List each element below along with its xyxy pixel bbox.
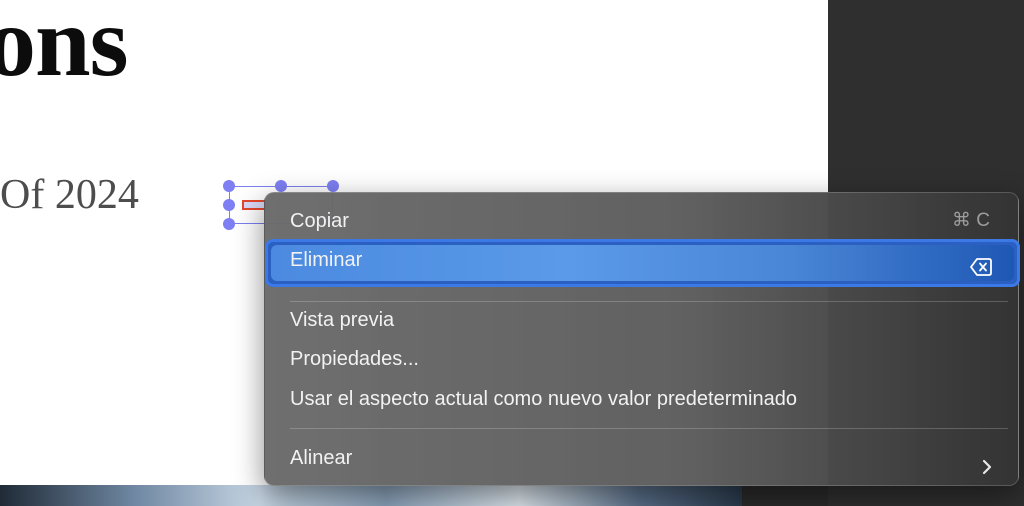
chevron-right-icon (982, 450, 992, 475)
menu-separator (290, 428, 1008, 429)
resize-handle-left[interactable] (223, 199, 235, 211)
resize-handle-bottom-left[interactable] (223, 218, 235, 230)
menu-item-label: Copiar (290, 210, 349, 232)
menu-item-label: Usar el aspecto actual como nuevo valor … (290, 388, 797, 410)
delete-backward-icon (970, 251, 992, 276)
page-subheading: Of 2024 (0, 172, 139, 218)
resize-handle-top-right[interactable] (327, 180, 339, 192)
resize-handle-top[interactable] (275, 180, 287, 192)
annotation-field[interactable] (242, 200, 266, 210)
menu-item-label: Propiedades... (290, 348, 419, 370)
menu-item-eliminar[interactable]: Eliminar (265, 241, 1018, 279)
menu-item-usar-aspecto[interactable]: Usar el aspecto actual como nuevo valor … (265, 380, 1020, 418)
menu-item-vista-previa[interactable]: Vista previa (265, 301, 1020, 339)
page-image-partial (0, 485, 742, 506)
menu-item-alinear[interactable]: Alinear (265, 439, 1020, 477)
context-menu: Copiar ⌘ C Eliminar Vista previa Propied… (264, 192, 1020, 486)
resize-handle-top-left[interactable] (223, 180, 235, 192)
decorative-dots (200, 62, 240, 82)
menu-item-shortcut: ⌘ C (952, 210, 990, 231)
page-heading: ons (0, 0, 129, 97)
menu-item-copiar[interactable]: Copiar ⌘ C (265, 202, 1020, 240)
menu-item-label: Eliminar (290, 249, 363, 271)
menu-item-propiedades[interactable]: Propiedades... (265, 340, 1020, 378)
menu-item-label: Vista previa (290, 309, 395, 331)
menu-item-label: Alinear (290, 447, 353, 469)
